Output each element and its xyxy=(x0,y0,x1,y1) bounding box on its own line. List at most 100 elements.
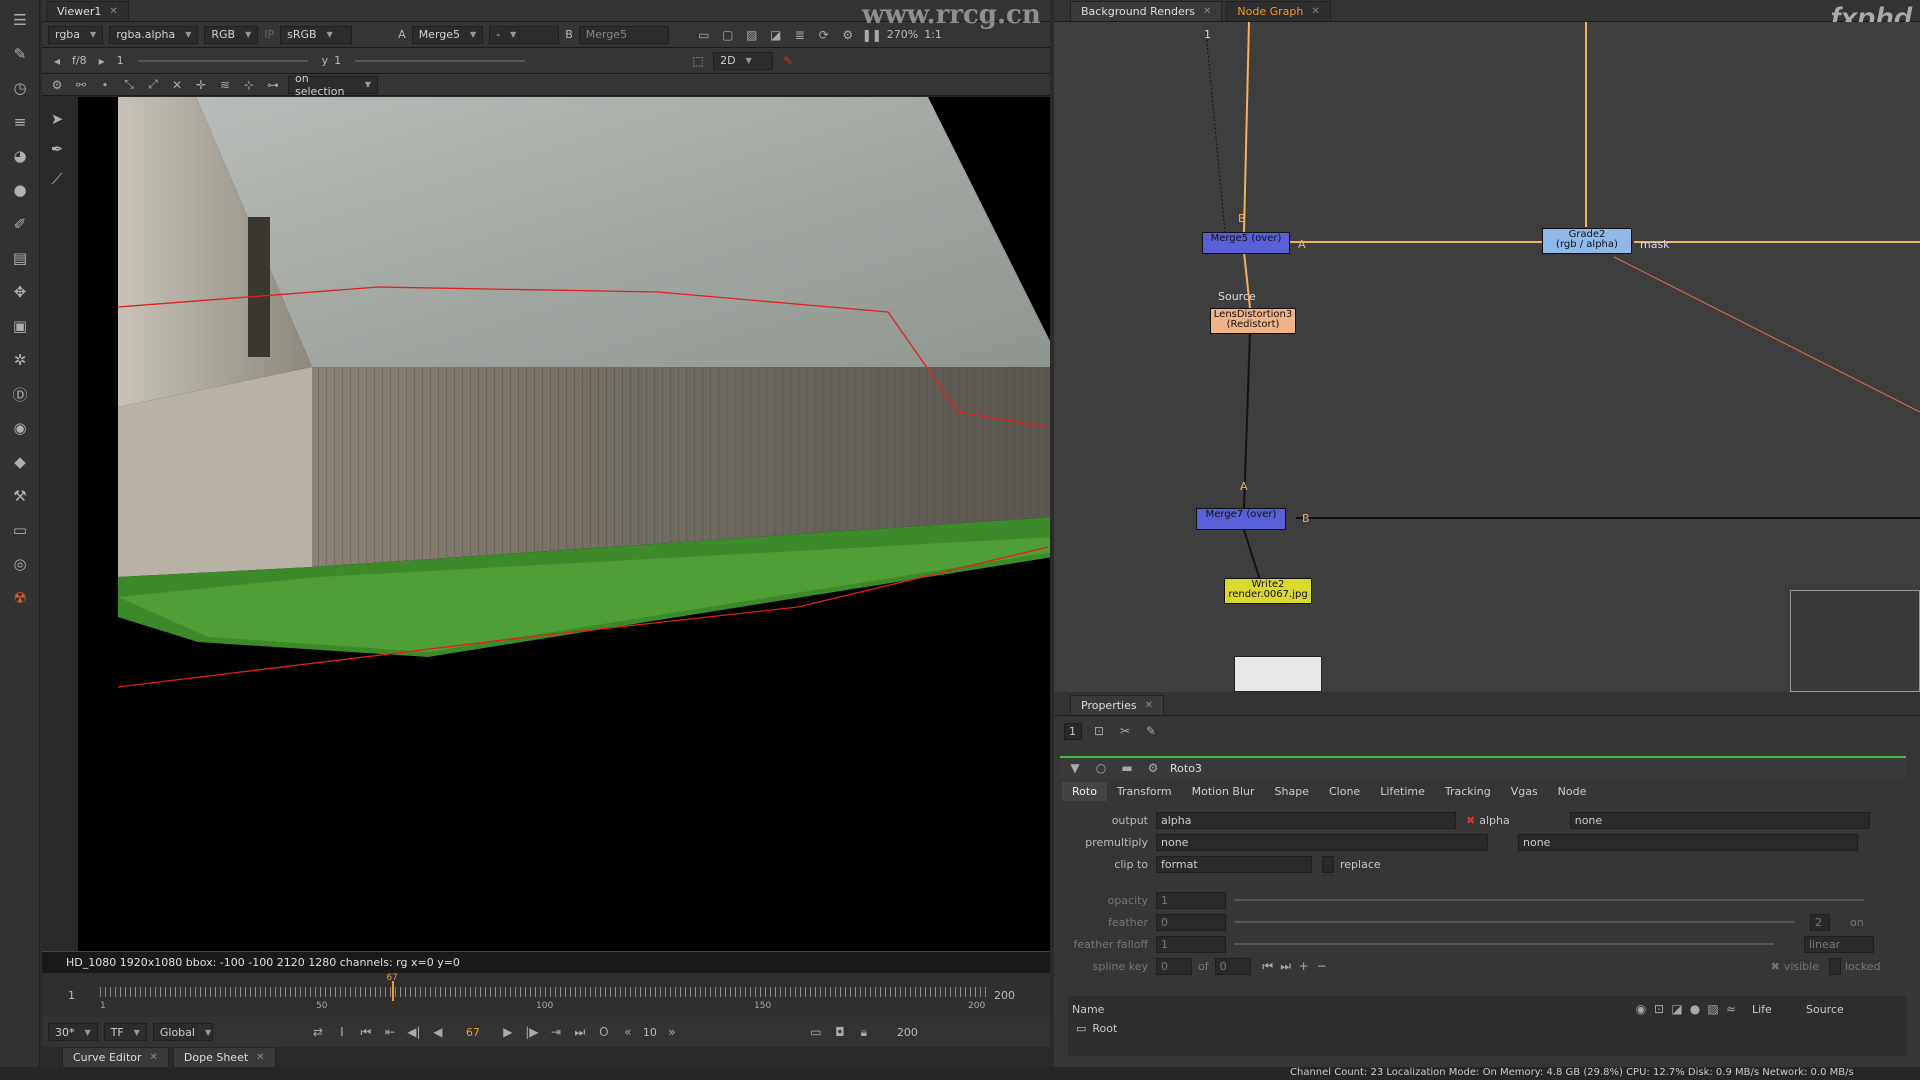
prev-key-icon[interactable]: ⇤ xyxy=(381,1023,399,1041)
stack-icon[interactable]: ▤ xyxy=(8,246,32,270)
visible-check-icon[interactable]: ✖ xyxy=(1771,960,1780,973)
lock-icon[interactable]: ⊡ xyxy=(1090,722,1108,740)
bezier-icon[interactable]: ✒ xyxy=(45,137,69,161)
lensdistortion3-node[interactable]: LensDistortion3 (Redistort) xyxy=(1210,308,1296,334)
name-column[interactable]: Name xyxy=(1072,1003,1632,1016)
tab-tracking[interactable]: Tracking xyxy=(1435,782,1501,801)
cube-icon[interactable]: ▣ xyxy=(8,314,32,338)
in-point-icon[interactable]: I xyxy=(333,1023,351,1041)
tab-node-graph[interactable]: Node Graph ✕ xyxy=(1226,1,1331,21)
gain-slider[interactable] xyxy=(137,59,308,62)
b-input-dropdown[interactable]: Merge5 xyxy=(578,25,669,44)
close-icon[interactable]: ✕ xyxy=(150,1052,158,1063)
grade2-node[interactable]: Grade2 (rgb / alpha) xyxy=(1542,228,1632,254)
roto-mode-dropdown[interactable]: on selection ▼ xyxy=(288,72,378,98)
minimap[interactable] xyxy=(1790,590,1920,692)
skip-forward-icon[interactable]: » xyxy=(663,1023,681,1041)
list-icon[interactable]: ≣ xyxy=(791,26,809,44)
clear-icon[interactable]: ✂ xyxy=(1116,722,1134,740)
playhead[interactable] xyxy=(392,981,395,1001)
node-settings-icon[interactable]: ⚙ xyxy=(1144,759,1162,777)
point-icon[interactable]: ⬩ xyxy=(96,76,114,94)
gain-icon[interactable]: ▨ xyxy=(743,26,761,44)
break-icon[interactable]: ⤢ xyxy=(144,76,162,94)
tab-vgas[interactable]: Vgas xyxy=(1501,782,1548,801)
feather-num-field[interactable]: 2 xyxy=(1810,913,1830,931)
tab-viewer1[interactable]: Viewer1 ✕ xyxy=(46,1,129,21)
prev-key-icon[interactable]: ⏮ xyxy=(1259,957,1277,975)
channels-dropdown[interactable]: rgba ▼ xyxy=(48,25,104,44)
proxy-icon[interactable]: ▢ xyxy=(719,26,737,44)
tab-shape[interactable]: Shape xyxy=(1265,782,1319,801)
y-value[interactable]: 1 xyxy=(334,54,341,67)
timeline-ruler[interactable] xyxy=(100,987,986,997)
locked-checkbox[interactable] xyxy=(1829,957,1841,975)
max-panels-field[interactable]: 1 xyxy=(1064,722,1082,740)
premultiply-dropdown[interactable]: none xyxy=(1156,833,1488,851)
next-key-icon[interactable]: ⇥ xyxy=(547,1023,565,1041)
ripple-icon[interactable]: ≋ xyxy=(216,76,234,94)
out-point-icon[interactable]: O xyxy=(595,1023,613,1041)
invert-icon[interactable]: ◪ xyxy=(1668,1000,1686,1018)
scope-dropdown[interactable]: Global ▼ xyxy=(152,1023,213,1041)
camera-icon[interactable]: ◘ xyxy=(831,1023,849,1041)
brush-icon[interactable]: ⟋ xyxy=(45,167,69,191)
roi-icon[interactable]: ▭ xyxy=(695,26,713,44)
close-icon[interactable]: ✕ xyxy=(1203,6,1211,17)
timeline-end[interactable]: 200 xyxy=(994,989,1015,1002)
wrench-icon[interactable]: ⚒ xyxy=(8,484,32,508)
source-column[interactable]: Source xyxy=(1806,1003,1844,1016)
current-frame-field[interactable]: 67 xyxy=(453,1026,493,1039)
collapse-icon[interactable]: ▼ xyxy=(1066,759,1084,777)
tab-curve-editor[interactable]: Curve Editor ✕ xyxy=(62,1047,169,1067)
tab-roto[interactable]: Roto xyxy=(1062,782,1107,801)
deep-icon[interactable]: Ⓓ xyxy=(8,382,32,406)
nuke-icon[interactable]: ☢ xyxy=(8,586,32,610)
tab-transform[interactable]: Transform xyxy=(1107,782,1182,801)
tab-motion-blur[interactable]: Motion Blur xyxy=(1182,782,1265,801)
node-graph[interactable]: 1 B Merge5 (over) A Grade2 (rgb / alpha) … xyxy=(1054,22,1920,692)
end-frame-field[interactable]: 200 xyxy=(897,1026,918,1039)
compare-dropdown[interactable]: - ▼ xyxy=(489,25,560,44)
merge7-node[interactable]: Merge7 (over) xyxy=(1196,508,1286,530)
rgb-dropdown[interactable]: RGB ▼ xyxy=(204,25,259,44)
loop-icon[interactable]: ⇄ xyxy=(309,1023,327,1041)
bookmark-icon[interactable]: ▭ xyxy=(807,1023,825,1041)
timeline-start[interactable]: 1 xyxy=(68,989,75,1002)
ip-button[interactable]: IP xyxy=(264,28,274,41)
skip-back-icon[interactable]: « xyxy=(619,1023,637,1041)
feather-icon[interactable]: ⤡ xyxy=(120,76,138,94)
fps-dropdown[interactable]: 30* ▼ xyxy=(48,1023,98,1041)
feather-slider[interactable] xyxy=(1234,921,1794,923)
fstop-value[interactable]: f/8 xyxy=(72,54,87,67)
node-name[interactable]: Roto3 xyxy=(1170,762,1202,775)
color-icon[interactable]: ● xyxy=(1686,1000,1704,1018)
close-icon[interactable]: ✕ xyxy=(256,1052,264,1063)
output-none-dropdown[interactable]: none xyxy=(1569,811,1870,829)
prev-fstop-icon[interactable]: ◂ xyxy=(48,52,66,70)
play-icon[interactable]: ▶ xyxy=(499,1023,517,1041)
next-frame-icon[interactable]: |▶ xyxy=(523,1023,541,1041)
eye-icon[interactable]: ◉ xyxy=(8,416,32,440)
close-icon[interactable]: ✕ xyxy=(1145,700,1153,711)
folder-icon[interactable]: ▭ xyxy=(8,518,32,542)
transform-icon[interactable]: ⊶ xyxy=(264,76,282,94)
smooth-icon[interactable]: ✕ xyxy=(168,76,186,94)
plugin-icon[interactable]: ◎ xyxy=(8,552,32,576)
last-frame-icon[interactable]: ⏭ xyxy=(571,1023,589,1041)
feather-field[interactable]: 0 xyxy=(1156,913,1226,931)
pen-icon[interactable]: ✎ xyxy=(8,42,32,66)
bbox-icon[interactable]: ⬚ xyxy=(689,52,707,70)
particles-icon[interactable]: ✲ xyxy=(8,348,32,372)
link-icon[interactable]: ⚯ xyxy=(72,76,90,94)
opacity-slider[interactable] xyxy=(1234,899,1864,901)
lut-dropdown[interactable]: sRGB ▼ xyxy=(280,25,353,44)
overlay-icon[interactable]: ▨ xyxy=(1704,1000,1722,1018)
settings-icon[interactable]: ⚙ xyxy=(839,26,857,44)
spline-key-field[interactable]: 0 xyxy=(1156,957,1192,975)
write2-node[interactable]: Write2 render.0067.jpg xyxy=(1224,578,1312,604)
pause-icon[interactable]: ❚❚ xyxy=(862,26,882,44)
color-chip-icon[interactable]: ▬ xyxy=(1118,759,1136,777)
gamma-slider[interactable] xyxy=(355,59,526,62)
paint-icon[interactable]: ✎ xyxy=(779,52,797,70)
